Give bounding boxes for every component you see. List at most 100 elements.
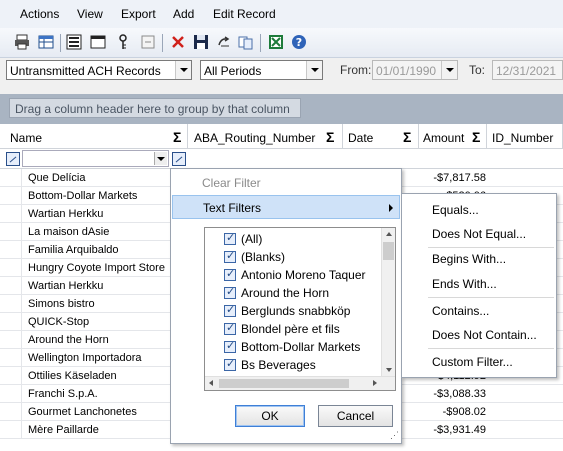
scroll-right-icon[interactable]: [373, 380, 377, 386]
svg-text:?: ?: [296, 36, 302, 49]
toolbar-separator: [162, 34, 163, 52]
row-selector[interactable]: [0, 295, 22, 313]
toolbar-separator: [260, 34, 261, 52]
scroll-thumb[interactable]: [219, 379, 349, 388]
filter-ends-with[interactable]: Ends With...: [432, 277, 497, 291]
row-selector[interactable]: [0, 331, 22, 349]
column-header-date[interactable]: Date Σ: [343, 124, 419, 149]
cell-amount: -$7,817.58: [433, 172, 486, 184]
text-filters-item[interactable]: Text Filters: [172, 195, 400, 219]
cell-name: Bottom-Dollar Markets: [28, 190, 138, 202]
cancel-button[interactable]: Cancel: [318, 405, 393, 427]
cell-name: Mère Paillarde: [28, 424, 99, 436]
period-select[interactable]: All Periods: [200, 60, 323, 80]
filter-contains[interactable]: Contains...: [432, 304, 489, 318]
resize-grip-icon[interactable]: ⋰: [390, 430, 399, 441]
row-selector[interactable]: [0, 205, 22, 223]
filter-does-not-equal[interactable]: Does Not Equal...: [432, 227, 526, 241]
chevron-right-icon: [389, 204, 393, 212]
from-label: From:: [340, 63, 372, 77]
checkbox[interactable]: [224, 249, 236, 263]
row-selector[interactable]: [0, 259, 22, 277]
filter-value-label: (Blanks): [241, 250, 286, 264]
group-by-dropzone[interactable]: Drag a column header here to group by th…: [9, 98, 301, 118]
sum-icon[interactable]: Σ: [472, 129, 480, 145]
to-date-field[interactable]: 12/31/2021: [492, 60, 563, 80]
filter-begins-with[interactable]: Begins With...: [432, 252, 506, 266]
refresh-icon[interactable]: [216, 34, 232, 50]
name-filter-input[interactable]: [22, 150, 169, 167]
menu-add[interactable]: Add: [173, 6, 194, 22]
checkbox[interactable]: [224, 339, 236, 353]
row-selector[interactable]: [0, 277, 22, 295]
grid-icon[interactable]: [38, 34, 54, 50]
sum-icon[interactable]: Σ: [403, 129, 411, 145]
checkbox[interactable]: [224, 357, 236, 371]
row-selector[interactable]: [0, 223, 22, 241]
excel-icon[interactable]: [268, 34, 284, 50]
save-icon[interactable]: [193, 34, 209, 50]
checkbox[interactable]: [224, 321, 236, 335]
menu-view[interactable]: View: [77, 6, 103, 22]
chevron-down-icon[interactable]: [306, 61, 322, 79]
scroll-left-icon[interactable]: [209, 380, 213, 386]
clear-filter-item[interactable]: Clear Filter: [202, 176, 261, 190]
group-by-hint: Drag a column header here to group by th…: [15, 102, 290, 116]
chevron-down-icon[interactable]: [175, 61, 191, 79]
group-by-bar: Drag a column header here to group by th…: [0, 94, 563, 124]
checkbox[interactable]: [224, 231, 236, 245]
row-selector[interactable]: [0, 421, 22, 439]
chevron-down-icon[interactable]: [441, 61, 457, 79]
help-icon[interactable]: ?: [291, 34, 307, 50]
menu-edit-record[interactable]: Edit Record: [213, 6, 276, 22]
filter-value-label: Antonio Moreno Taquer: [241, 268, 366, 282]
column-header-name[interactable]: Name Σ: [0, 124, 188, 149]
list-icon[interactable]: [66, 34, 82, 50]
row-selector[interactable]: [0, 349, 22, 367]
scroll-down-icon[interactable]: [386, 368, 392, 372]
column-header-id[interactable]: ID_Number: [487, 124, 563, 149]
row-selector[interactable]: [0, 367, 22, 385]
column-filter-popup: Clear Filter Text Filters (All) (Blanks) A…: [170, 168, 402, 444]
copy-icon[interactable]: [238, 34, 254, 50]
row-selector[interactable]: [0, 385, 22, 403]
checkbox[interactable]: [224, 267, 236, 281]
column-header-aba[interactable]: ABA_Routing_Number Σ: [188, 124, 343, 149]
filter-equals[interactable]: Equals...: [432, 203, 479, 217]
sum-icon[interactable]: Σ: [173, 129, 181, 145]
filter-custom[interactable]: Custom Filter...: [432, 355, 513, 369]
key-icon[interactable]: [116, 34, 132, 50]
menu-export[interactable]: Export: [121, 6, 156, 22]
collapse-icon[interactable]: [140, 34, 156, 50]
cell-name: Ottilies Käseladen: [28, 370, 117, 382]
row-selector[interactable]: [0, 313, 22, 331]
print-icon[interactable]: [14, 34, 30, 50]
vertical-scrollbar[interactable]: [381, 228, 395, 376]
checkbox[interactable]: [224, 303, 236, 317]
scroll-up-icon[interactable]: [386, 232, 392, 236]
filter-does-not-contain[interactable]: Does Not Contain...: [432, 328, 537, 342]
scroll-thumb[interactable]: [383, 242, 394, 260]
record-type-select[interactable]: Untransmitted ACH Records: [6, 60, 192, 80]
row-selector[interactable]: [0, 241, 22, 259]
sum-icon[interactable]: Σ: [326, 129, 334, 145]
cell-amount: -$3,931.49: [433, 424, 486, 436]
horizontal-scrollbar[interactable]: [205, 376, 395, 390]
filter-operator-icon[interactable]: [172, 152, 186, 166]
row-selector[interactable]: [0, 403, 22, 421]
row-selector[interactable]: [0, 169, 22, 187]
cell-amount: -$3,088.33: [433, 388, 486, 400]
menu-actions[interactable]: Actions: [20, 6, 59, 22]
column-header-amount[interactable]: Amount Σ: [419, 124, 487, 149]
chevron-down-icon[interactable]: [154, 152, 167, 165]
checkbox[interactable]: [224, 285, 236, 299]
filter-values-list[interactable]: (All) (Blanks) Antonio Moreno Taquer Around…: [204, 227, 396, 391]
window-icon[interactable]: [90, 34, 106, 50]
delete-icon[interactable]: [170, 34, 186, 50]
from-date-field[interactable]: 01/01/1990: [372, 60, 458, 80]
row-selector[interactable]: [0, 187, 22, 205]
filter-value-label: Berglunds snabbköp: [241, 304, 351, 318]
cell-name: Que Delícia: [28, 172, 86, 184]
filter-row-icon[interactable]: [6, 152, 20, 166]
ok-button[interactable]: OK: [235, 405, 305, 427]
